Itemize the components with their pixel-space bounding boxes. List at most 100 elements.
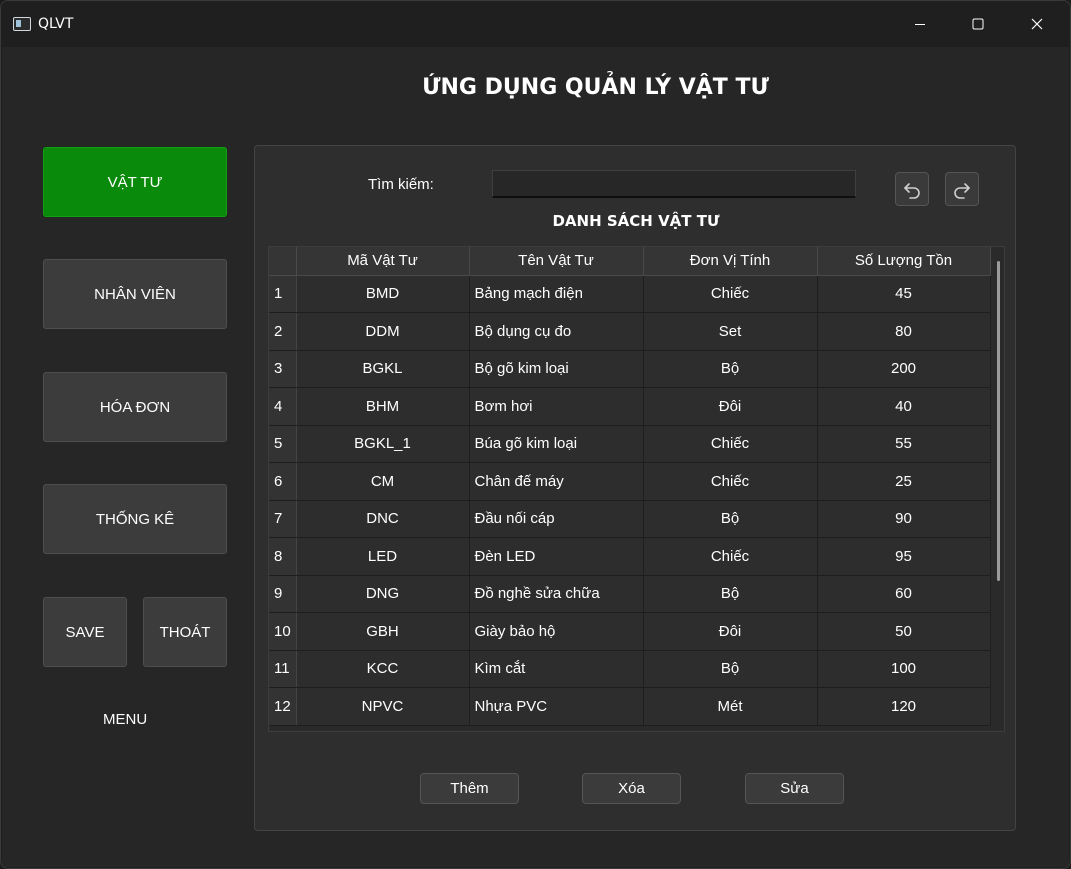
undo-button[interactable]	[895, 172, 929, 206]
table-cell[interactable]: 50	[817, 612, 991, 651]
materials-table[interactable]: Mã Vật Tư Tên Vật Tư Đơn Vị Tính Số Lượn…	[268, 246, 1005, 732]
row-number[interactable]: 10	[269, 612, 297, 651]
column-header[interactable]: Tên Vật Tư	[469, 247, 644, 276]
table-cell[interactable]: 55	[817, 425, 991, 463]
table-cell[interactable]: Chiếc	[643, 537, 818, 576]
table-row[interactable]: 9 DNG Đồ nghề sửa chữa Bộ 60	[269, 575, 991, 613]
table-cell[interactable]: Mét	[643, 687, 818, 726]
table-cell[interactable]: Chiếc	[643, 462, 818, 501]
row-number[interactable]: 7	[269, 500, 297, 538]
row-number[interactable]: 8	[269, 537, 297, 576]
nav-statistics-button[interactable]: THỐNG KÊ	[43, 484, 227, 554]
table-cell[interactable]: Bơm hơi	[469, 387, 644, 426]
column-header[interactable]: Mã Vật Tư	[296, 247, 470, 276]
table-cell[interactable]: 45	[817, 275, 991, 313]
minimize-button[interactable]	[891, 1, 949, 47]
table-row[interactable]: 1 BMD Bảng mạch điện Chiếc 45	[269, 275, 991, 313]
table-cell[interactable]: Búa gõ kim loại	[469, 425, 644, 463]
title-bar: QLVT	[1, 1, 1070, 47]
table-cell[interactable]: DNG	[296, 575, 470, 613]
main-area: ỨNG DỤNG QUẢN LÝ VẬT TƯ VẬT TƯ NHÂN VIÊN…	[2, 47, 1069, 867]
row-number[interactable]: 9	[269, 575, 297, 613]
save-button[interactable]: SAVE	[43, 597, 127, 667]
row-number[interactable]: 11	[269, 650, 297, 688]
table-cell[interactable]: Bảng mạch điện	[469, 275, 644, 313]
table-cell[interactable]: 40	[817, 387, 991, 426]
nav-employees-button[interactable]: NHÂN VIÊN	[43, 259, 227, 329]
table-row[interactable]: 7 DNC Đầu nối cáp Bộ 90	[269, 500, 991, 538]
table-cell[interactable]: NPVC	[296, 687, 470, 726]
delete-button[interactable]: Xóa	[582, 773, 681, 804]
table-cell[interactable]: 25	[817, 462, 991, 501]
table-cell[interactable]: Kìm cắt	[469, 650, 644, 688]
table-cell[interactable]: Nhựa PVC	[469, 687, 644, 726]
table-cell[interactable]: BGKL	[296, 350, 470, 388]
table-cell[interactable]: Bộ	[643, 500, 818, 538]
list-title: DANH SÁCH VẬT TƯ	[552, 212, 720, 230]
close-icon	[1031, 18, 1043, 30]
table-cell[interactable]: 200	[817, 350, 991, 388]
table-cell[interactable]: 120	[817, 687, 991, 726]
table-row[interactable]: 11 KCC Kìm cắt Bộ 100	[269, 650, 991, 688]
table-cell[interactable]: CM	[296, 462, 470, 501]
row-number[interactable]: 12	[269, 687, 297, 726]
table-cell[interactable]: 95	[817, 537, 991, 576]
table-cell[interactable]: Đồ nghề sửa chữa	[469, 575, 644, 613]
row-number[interactable]: 6	[269, 462, 297, 501]
add-button[interactable]: Thêm	[420, 773, 519, 804]
table-row[interactable]: 8 LED Đèn LED Chiếc 95	[269, 537, 991, 576]
table-cell[interactable]: Set	[643, 312, 818, 351]
close-button[interactable]	[1008, 1, 1066, 47]
table-cell[interactable]: Bộ gõ kim loại	[469, 350, 644, 388]
table-cell[interactable]: KCC	[296, 650, 470, 688]
table-cell[interactable]: LED	[296, 537, 470, 576]
table-cell[interactable]: Chân đế máy	[469, 462, 644, 501]
table-cell[interactable]: Đôi	[643, 387, 818, 426]
table-cell[interactable]: Bộ	[643, 650, 818, 688]
table-cell[interactable]: Đèn LED	[469, 537, 644, 576]
edit-button[interactable]: Sửa	[745, 773, 844, 804]
table-cell[interactable]: Bộ	[643, 350, 818, 388]
row-number[interactable]: 5	[269, 425, 297, 463]
table-cell[interactable]: BGKL_1	[296, 425, 470, 463]
table-scrollbar[interactable]	[997, 261, 1000, 581]
table-cell[interactable]: 60	[817, 575, 991, 613]
table-cell[interactable]: DDM	[296, 312, 470, 351]
search-input[interactable]	[492, 170, 856, 198]
table-cell[interactable]: Đầu nối cáp	[469, 500, 644, 538]
table-row[interactable]: 10 GBH Giày bảo hộ Đôi 50	[269, 612, 991, 651]
table-cell[interactable]: 90	[817, 500, 991, 538]
row-number[interactable]: 2	[269, 312, 297, 351]
column-header[interactable]: Số Lượng Tồn	[817, 247, 991, 276]
table-cell[interactable]: Đôi	[643, 612, 818, 651]
table-cell[interactable]: Giày bảo hộ	[469, 612, 644, 651]
table-row[interactable]: 3 BGKL Bộ gõ kim loại Bộ 200	[269, 350, 991, 388]
table-cell[interactable]: Bộ dụng cụ đo	[469, 312, 644, 351]
table-cell[interactable]: 100	[817, 650, 991, 688]
redo-button[interactable]	[945, 172, 979, 206]
table-cell[interactable]: 80	[817, 312, 991, 351]
exit-button[interactable]: THOÁT	[143, 597, 227, 667]
table-cell[interactable]: BHM	[296, 387, 470, 426]
row-number[interactable]: 1	[269, 275, 297, 313]
table-corner[interactable]	[269, 247, 297, 276]
table-cell[interactable]: Chiếc	[643, 425, 818, 463]
materials-panel: Tìm kiếm: DANH SÁCH VẬT TƯ Mã Vật Tư Tên…	[254, 145, 1016, 831]
table-row[interactable]: 5 BGKL_1 Búa gõ kim loại Chiếc 55	[269, 425, 991, 463]
maximize-button[interactable]	[949, 1, 1007, 47]
table-cell[interactable]: Bộ	[643, 575, 818, 613]
table-cell[interactable]: BMD	[296, 275, 470, 313]
nav-materials-button[interactable]: VẬT TƯ	[43, 147, 227, 217]
table-cell[interactable]: DNC	[296, 500, 470, 538]
window-title: QLVT	[38, 16, 74, 32]
table-row[interactable]: 6 CM Chân đế máy Chiếc 25	[269, 462, 991, 501]
nav-invoices-button[interactable]: HÓA ĐƠN	[43, 372, 227, 442]
row-number[interactable]: 4	[269, 387, 297, 426]
row-number[interactable]: 3	[269, 350, 297, 388]
table-cell[interactable]: GBH	[296, 612, 470, 651]
table-cell[interactable]: Chiếc	[643, 275, 818, 313]
table-row[interactable]: 2 DDM Bộ dụng cụ đo Set 80	[269, 312, 991, 351]
table-row[interactable]: 12 NPVC Nhựa PVC Mét 120	[269, 687, 991, 726]
table-row[interactable]: 4 BHM Bơm hơi Đôi 40	[269, 387, 991, 426]
column-header[interactable]: Đơn Vị Tính	[643, 247, 818, 276]
